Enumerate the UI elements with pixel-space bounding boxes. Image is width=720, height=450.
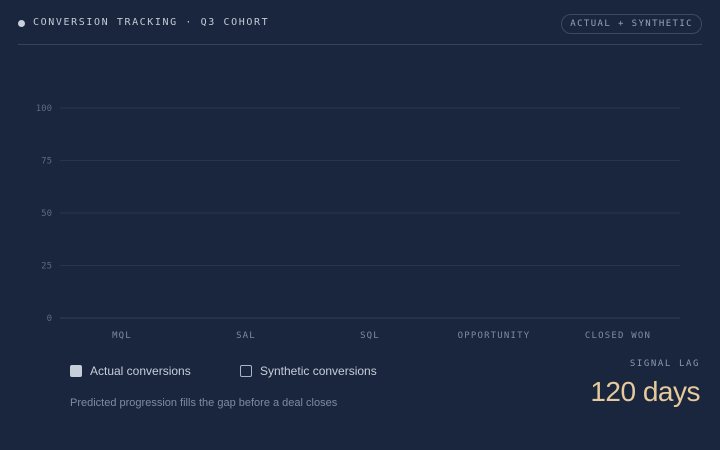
chart-caption: Predicted progression fills the gap befo…: [70, 397, 338, 409]
gridlines: [60, 107, 680, 319]
y-tick-label: 100: [36, 104, 52, 114]
legend-actual-label: Actual conversions: [90, 364, 191, 378]
legend-synthetic-label: Synthetic conversions: [260, 364, 377, 378]
signal-lag-label: SIGNAL LAG: [629, 359, 700, 369]
x-tick-label: SAL: [236, 331, 256, 341]
signal-lag-value: 120 days: [590, 376, 700, 407]
y-axis-ticks: 0 25 50 75 100: [36, 104, 52, 324]
funnel-bar-chart: 0 25 50 75 100 MQL SAL SQL OPPORTUNITY CLOSED WO…: [36, 104, 680, 341]
x-tick-label: MQL: [112, 331, 132, 341]
x-tick-label: SQL: [360, 331, 380, 341]
synthetic-swatch-icon: [240, 365, 252, 377]
actual-swatch-icon: [70, 365, 82, 377]
y-tick-label: 0: [47, 314, 52, 324]
x-tick-label: OPPORTUNITY: [458, 331, 531, 341]
y-tick-label: 50: [41, 209, 52, 219]
x-axis-ticks: MQL SAL SQL OPPORTUNITY CLOSED WON: [112, 331, 651, 341]
y-tick-label: 25: [41, 262, 52, 272]
y-tick-label: 75: [41, 157, 52, 167]
x-tick-label: CLOSED WON: [585, 331, 651, 341]
